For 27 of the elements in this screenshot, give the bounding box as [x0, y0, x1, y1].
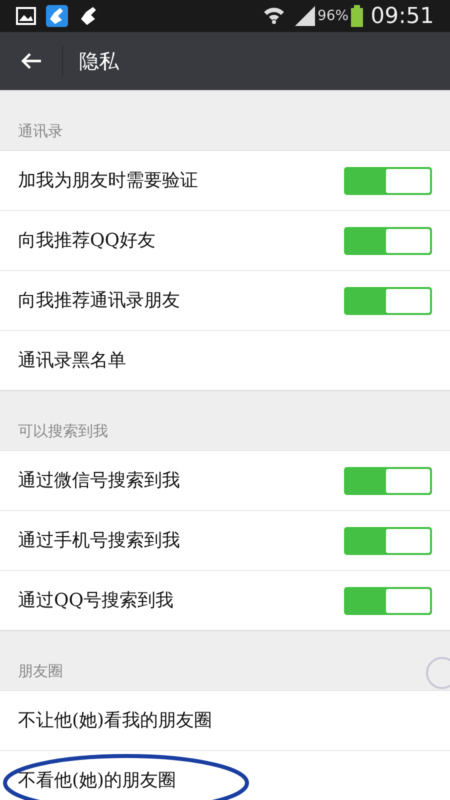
row-label: 加我为朋友时需要验证 — [18, 169, 199, 193]
clock-time: 09:51 — [370, 2, 434, 30]
row-label: 向我推荐通讯录朋友 — [18, 289, 181, 313]
toggle-switch[interactable] — [344, 166, 432, 194]
toggle-switch[interactable] — [344, 286, 432, 314]
signal-icon — [295, 6, 316, 26]
page-title: 隐私 — [79, 48, 119, 75]
row-label: 不让他(她)看我的朋友圈 — [18, 709, 214, 733]
battery-percent: 96% — [317, 6, 349, 26]
toggle-switch[interactable] — [344, 526, 432, 554]
toggle-switch[interactable] — [344, 466, 432, 494]
row-label: 通过微信号搜索到我 — [18, 469, 181, 493]
row-label: 通过QQ号搜索到我 — [18, 589, 175, 613]
row-label: 通讯录黑名单 — [18, 349, 127, 373]
section-title: 可以搜索到我 — [18, 420, 108, 442]
section-title: 通讯录 — [18, 120, 63, 142]
settings-row[interactable]: 不看他(她)的朋友圈 — [0, 750, 450, 800]
toggle-switch[interactable] — [344, 586, 432, 614]
wifi-icon — [263, 6, 286, 26]
row-label: 不看他(她)的朋友圈 — [18, 769, 178, 793]
toggle-switch[interactable] — [344, 226, 432, 254]
image-icon — [16, 7, 36, 25]
section-title: 朋友圈 — [18, 660, 63, 682]
row-label: 向我推荐QQ好友 — [18, 229, 157, 253]
battery-icon — [350, 5, 363, 27]
row-label: 通过手机号搜索到我 — [18, 529, 181, 553]
back-arrow-icon — [20, 52, 42, 70]
